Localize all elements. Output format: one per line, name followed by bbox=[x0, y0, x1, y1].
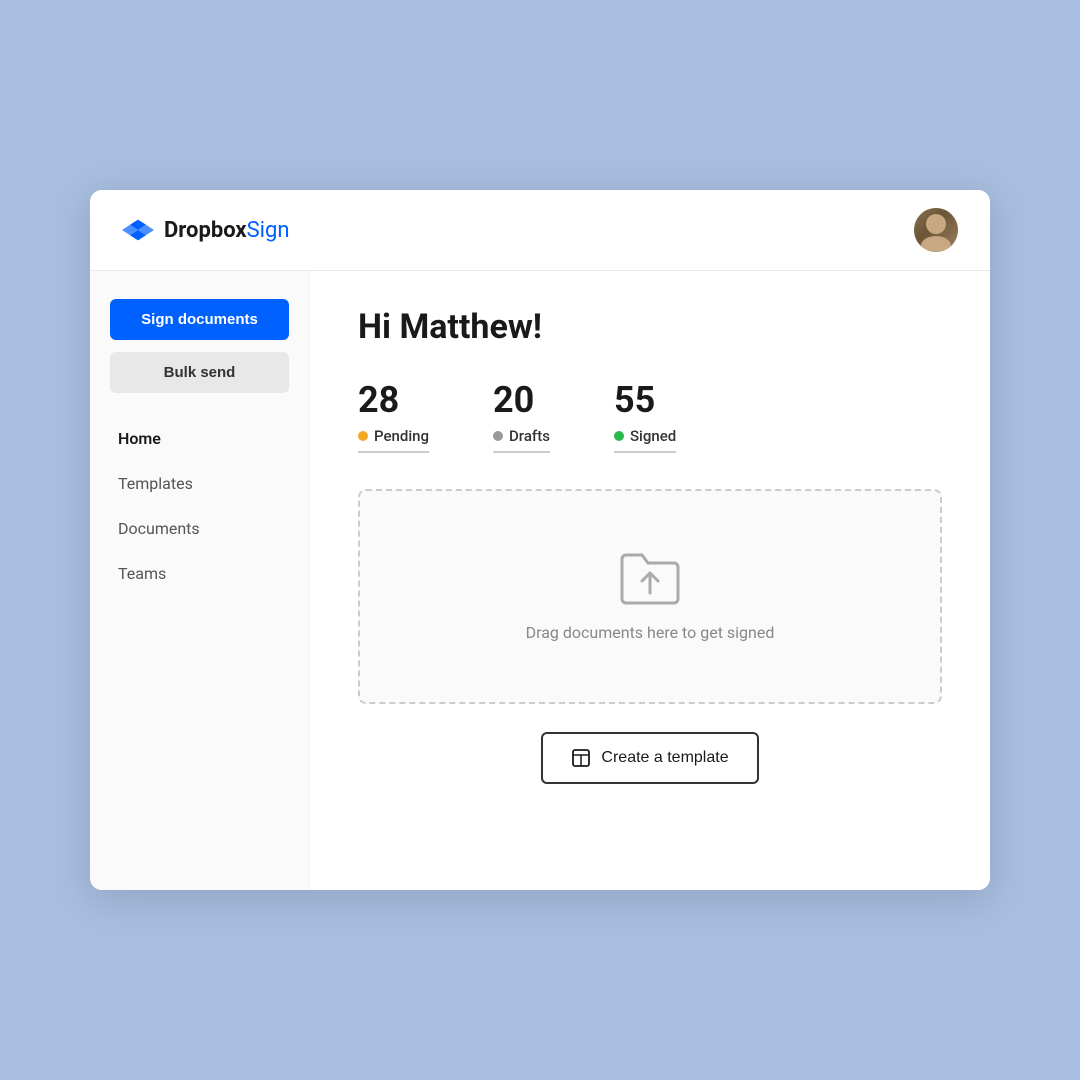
drafts-label: Drafts bbox=[493, 427, 550, 453]
sign-documents-button[interactable]: Sign documents bbox=[110, 299, 289, 340]
drop-zone[interactable]: Drag documents here to get signed bbox=[358, 489, 942, 704]
avatar-image bbox=[914, 208, 958, 252]
logo-area: DropboxSign bbox=[122, 214, 290, 246]
sidebar: Sign documents Bulk send Home Templates … bbox=[90, 271, 310, 890]
app-window: DropboxSign Sign documents Bulk send Hom… bbox=[90, 190, 990, 890]
stat-signed: 55 Signed bbox=[614, 379, 740, 453]
create-template-button[interactable]: Create a template bbox=[541, 732, 758, 784]
stats-row: 28 Pending 20 Drafts 55 bbox=[358, 379, 942, 453]
avatar[interactable] bbox=[914, 208, 958, 252]
main-layout: Sign documents Bulk send Home Templates … bbox=[90, 271, 990, 890]
pending-label: Pending bbox=[358, 427, 429, 453]
signed-number: 55 bbox=[614, 379, 655, 421]
pending-dot bbox=[358, 431, 368, 441]
drafts-number: 20 bbox=[493, 379, 534, 421]
sidebar-item-documents[interactable]: Documents bbox=[110, 509, 289, 548]
drafts-dot bbox=[493, 431, 503, 441]
sidebar-item-home[interactable]: Home bbox=[110, 419, 289, 458]
stat-drafts: 20 Drafts bbox=[493, 379, 614, 453]
template-icon bbox=[571, 748, 591, 768]
stat-pending: 28 Pending bbox=[358, 379, 493, 453]
sidebar-item-teams[interactable]: Teams bbox=[110, 554, 289, 593]
logo-text: DropboxSign bbox=[164, 218, 290, 243]
signed-label: Signed bbox=[614, 427, 676, 453]
create-template-label: Create a template bbox=[601, 749, 728, 767]
drop-zone-text: Drag documents here to get signed bbox=[526, 623, 775, 642]
header: DropboxSign bbox=[90, 190, 990, 271]
greeting-heading: Hi Matthew! bbox=[358, 307, 942, 347]
bulk-send-button[interactable]: Bulk send bbox=[110, 352, 289, 393]
folder-upload-icon bbox=[618, 551, 682, 607]
main-content: Hi Matthew! 28 Pending 20 Drafts bbox=[310, 271, 990, 890]
dropbox-logo-icon bbox=[122, 214, 154, 246]
pending-number: 28 bbox=[358, 379, 399, 421]
signed-dot bbox=[614, 431, 624, 441]
sidebar-item-templates[interactable]: Templates bbox=[110, 464, 289, 503]
